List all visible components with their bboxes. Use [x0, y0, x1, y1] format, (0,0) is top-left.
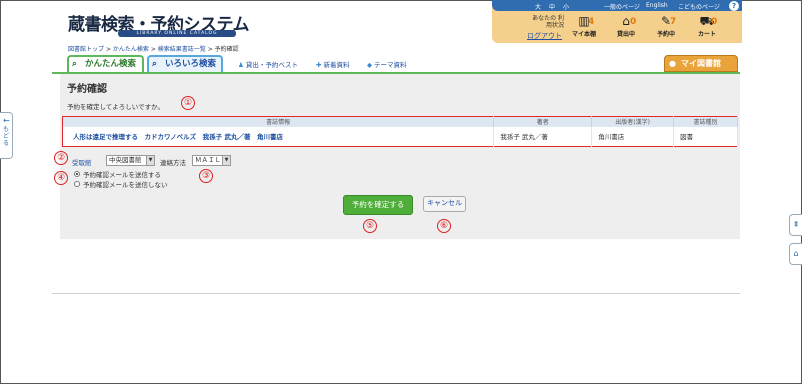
col-header-type: 書誌種別 [673, 116, 738, 127]
bookshelf-label: マイ本棚 [571, 31, 596, 38]
tag-icon: ◆ [367, 61, 372, 69]
borrowing-count: 0 [630, 17, 637, 27]
cart-label: カート [697, 31, 716, 38]
nav-lending-best[interactable]: ♟ 貸出・予約ベスト [238, 59, 298, 69]
contact-method-value: ＭＡＩＬ [195, 156, 221, 164]
pickup-library-value: 中央図書館 [109, 156, 142, 164]
back-side-tab-label: もどる [3, 126, 10, 147]
tab-easy-search-label: かんたん検索 [85, 59, 137, 69]
radio-no-mail-label: 予約確認メールを送信しない [83, 181, 168, 189]
reserving-count: 7 [670, 17, 677, 27]
annotation-5: ⑤ [363, 219, 377, 233]
col-header-author: 著者 [493, 116, 593, 127]
bookshelf-count: 4 [588, 17, 595, 27]
col-header-publisher: 出版者(漢字) [591, 116, 675, 127]
footer-divider [52, 293, 740, 294]
usage-status-label[interactable]: あなたの 利用状況 [530, 15, 564, 29]
nav-new-materials-label: 新着資料 [323, 61, 350, 69]
radio-send-mail-label: 予約確認メールを送信する [83, 171, 161, 179]
house-icon: ⌂ [622, 14, 630, 28]
my-bookshelf-button[interactable]: ▥ 4 マイ本棚 [569, 14, 599, 38]
table-row: 人形は遠足で推理する カドカワノベルズ 我孫子 武丸／著 角川書店 我孫子 武丸… [62, 126, 738, 147]
search-icon: ⌕ [72, 59, 78, 69]
breadcrumb-separator: > [105, 46, 111, 53]
help-icon[interactable]: ? [729, 1, 739, 11]
annotation-3: ③ [199, 169, 213, 183]
kids-page-link[interactable]: こどものページ [678, 2, 720, 11]
radio-send-mail[interactable]: 予約確認メールを送信する [74, 169, 161, 179]
borrowing-label: 貸出中 [616, 31, 635, 38]
pickup-library-label: 受取館 [72, 159, 92, 167]
nav-new-materials[interactable]: ✚ 新着資料 [316, 59, 349, 69]
cart-count: 0 [711, 17, 718, 27]
breadcrumb-library-top[interactable]: 図書館トップ [68, 46, 104, 53]
book-title-link[interactable]: 人形は遠足で推理する カドカワノベルズ 我孫子 武丸／著 角川書店 [63, 133, 283, 141]
annotation-2: ② [54, 151, 68, 165]
cancel-button[interactable]: キャンセル [423, 196, 466, 212]
logout-link[interactable]: ログアウト [527, 31, 562, 41]
cart-button[interactable]: ⛟ 0 カート [692, 14, 722, 38]
table-cell-type: 図書 [673, 126, 738, 147]
chevron-down-icon: ▼ [222, 156, 230, 165]
reserving-button[interactable]: ✎ 7 予約中 [651, 14, 681, 38]
person-icon: ♟ [238, 61, 244, 69]
breadcrumb-results-list[interactable]: 検索結果書誌一覧 [158, 46, 206, 53]
annotation-4: ④ [54, 171, 68, 185]
confirm-message: 予約を確定してよろしいですか。 [67, 103, 164, 111]
my-library-label: マイ図書館 [681, 59, 721, 68]
page-top-icon: ⇞ [792, 220, 800, 229]
table-header-row: 書誌情報 著者 出版者(漢字) 書誌種別 [62, 116, 738, 127]
radio-no-mail[interactable]: 予約確認メールを送信しない [74, 179, 168, 189]
col-header-bibliography: 書誌情報 [62, 116, 495, 127]
pickup-library-select[interactable]: 中央図書館 ▼ [106, 155, 155, 166]
annotation-6: ⑥ [437, 219, 451, 233]
breadcrumb: 図書館トップ > かんたん検索 > 検索結果書誌一覧 > 予約確認 [68, 44, 239, 53]
radio-button[interactable] [74, 181, 80, 187]
site-subtitle: LIBRARY ONLINE CATALOG [118, 30, 236, 37]
breadcrumb-current: 予約確認 [214, 46, 239, 53]
bookshelf-icon: ▥ [578, 14, 590, 28]
page-top-button[interactable]: ⇞ [789, 214, 802, 236]
text-size-small[interactable]: 小 [563, 2, 569, 11]
tab-various-search-label: いろいろ検索 [165, 59, 217, 69]
english-link[interactable]: English [646, 2, 668, 9]
contact-method-label: 連絡方法 [160, 159, 186, 167]
plus-icon: ✚ [316, 61, 322, 69]
page-title: 予約確認 [67, 84, 107, 95]
reserve-icon: ✎ [660, 14, 672, 28]
confirm-reservation-button[interactable]: 予約を確定する [343, 195, 413, 215]
tab-various-search[interactable]: ⌕ いろいろ検索 [147, 55, 223, 72]
chevron-down-icon: ▼ [146, 156, 154, 165]
contact-method-select[interactable]: ＭＡＩＬ ▼ [192, 155, 231, 166]
radio-button-checked[interactable] [74, 171, 80, 177]
breadcrumb-separator: > [207, 46, 213, 53]
table-cell-publisher: 角川書店 [591, 126, 675, 147]
nav-theme-materials-label: テーマ資料 [374, 61, 407, 69]
cart-icon: ⛟ [699, 14, 715, 28]
text-size-large[interactable]: 大 [535, 2, 541, 11]
annotation-1: ① [181, 96, 195, 110]
reserving-label: 予約中 [656, 31, 675, 38]
tab-easy-search[interactable]: ⌕ かんたん検索 [67, 55, 144, 72]
breadcrumb-easy-search[interactable]: かんたん検索 [113, 46, 149, 53]
borrowing-button[interactable]: ⌂ 0 貸出中 [611, 14, 641, 38]
person-icon: ● [669, 59, 676, 68]
nav-theme-materials[interactable]: ◆ テーマ資料 [367, 59, 407, 69]
table-cell-author: 我孫子 武丸／著 [493, 126, 593, 147]
back-side-tab[interactable]: ← もどる [0, 112, 13, 159]
home-button[interactable]: ⌂ [789, 243, 802, 265]
reservation-table: 書誌情報 著者 出版者(漢字) 書誌種別 人形は遠足で推理する カドカワノベルズ… [62, 116, 738, 147]
breadcrumb-separator: > [150, 46, 156, 53]
my-library-button[interactable]: ● マイ図書館 [664, 55, 738, 72]
table-cell-title: 人形は遠足で推理する カドカワノベルズ 我孫子 武丸／著 角川書店 [62, 126, 495, 147]
arrow-left-icon: ← [3, 116, 10, 125]
general-page-link[interactable]: 一般のページ [604, 2, 640, 11]
search-icon: ⌕ [152, 59, 158, 69]
home-icon: ⌂ [793, 249, 799, 258]
nav-lending-best-label: 貸出・予約ベスト [245, 61, 298, 69]
text-size-medium[interactable]: 中 [549, 2, 555, 11]
